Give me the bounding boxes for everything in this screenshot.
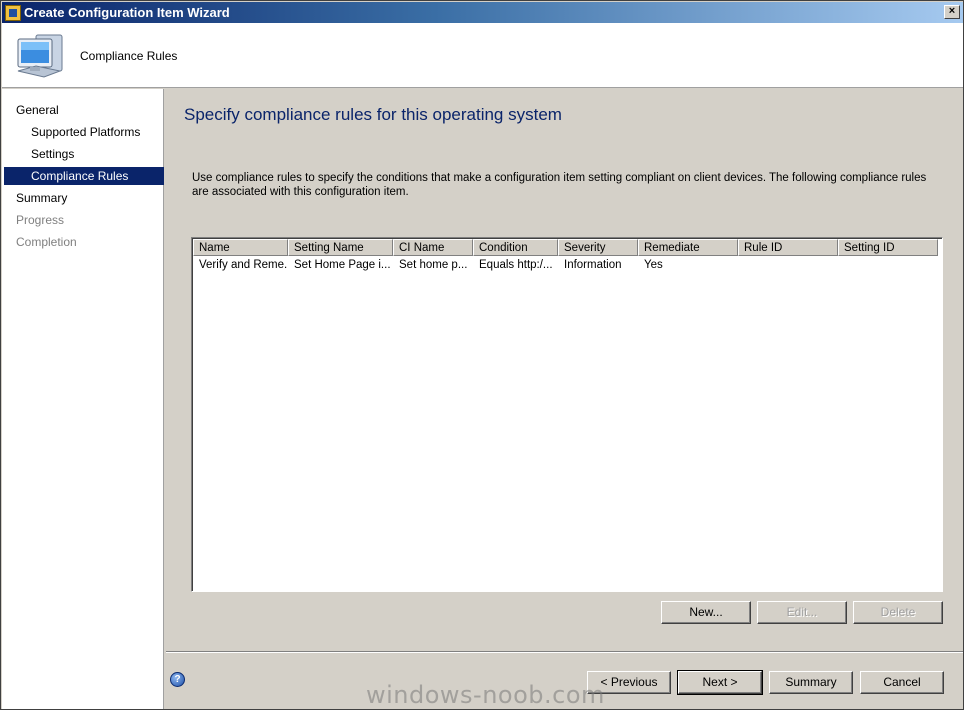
cell-remediate: Yes bbox=[644, 259, 663, 271]
sidebar-item-progress: Progress bbox=[16, 213, 65, 227]
new-rule-button[interactable]: New... bbox=[661, 601, 751, 624]
footer-separator bbox=[166, 651, 963, 653]
wizard-header: Compliance Rules bbox=[2, 23, 963, 88]
cell-ci-name: Set home p... bbox=[399, 259, 468, 271]
sidebar-item-supported-platforms[interactable]: Supported Platforms bbox=[4, 123, 164, 141]
column-header-setting-id[interactable]: Setting ID bbox=[838, 239, 938, 256]
sidebar-item-summary[interactable]: Summary bbox=[4, 189, 164, 207]
cell-setting-id bbox=[838, 257, 938, 274]
cancel-button[interactable]: Cancel bbox=[860, 671, 944, 694]
column-header-rule-id[interactable]: Rule ID bbox=[738, 239, 838, 256]
edit-rule-button[interactable]: Edit... bbox=[757, 601, 847, 624]
cell-rule-id bbox=[738, 257, 838, 274]
sidebar-item-settings[interactable]: Settings bbox=[4, 145, 164, 163]
wizard-app-icon bbox=[5, 4, 21, 21]
sidebar-item-completion: Completion bbox=[16, 235, 77, 249]
cell-name: Verify and Reme... bbox=[199, 259, 288, 271]
summary-button[interactable]: Summary bbox=[769, 671, 853, 694]
cell-condition: Equals http:/... bbox=[479, 259, 553, 271]
sidebar-item-compliance-rules[interactable]: Compliance Rules bbox=[4, 167, 164, 185]
delete-rule-button[interactable]: Delete bbox=[853, 601, 943, 624]
close-button[interactable]: × bbox=[944, 5, 960, 19]
column-header-condition[interactable]: Condition bbox=[473, 239, 558, 256]
computer-monitor-icon bbox=[17, 34, 63, 78]
sidebar-item-general[interactable]: General bbox=[4, 101, 164, 119]
column-header-setting-name[interactable]: Setting Name bbox=[288, 239, 393, 256]
wizard-window: Create Configuration Item Wizard × Compl… bbox=[0, 0, 964, 710]
column-header-name[interactable]: Name bbox=[193, 239, 288, 256]
list-header: Name Setting Name CI Name Condition Seve… bbox=[193, 239, 938, 256]
table-row[interactable]: Verify and Reme... Set Home Page i... Se… bbox=[193, 257, 938, 274]
compliance-rules-list[interactable]: Name Setting Name CI Name Condition Seve… bbox=[191, 237, 943, 592]
column-header-ci-name[interactable]: CI Name bbox=[393, 239, 473, 256]
wizard-content: Specify compliance rules for this operat… bbox=[166, 89, 963, 649]
help-icon[interactable]: ? bbox=[170, 672, 185, 687]
title-bar[interactable]: Create Configuration Item Wizard × bbox=[2, 2, 963, 23]
cell-setting-name: Set Home Page i... bbox=[294, 259, 391, 271]
watermark-text: windows-noob.com bbox=[366, 681, 605, 709]
next-button[interactable]: Next > bbox=[677, 670, 763, 695]
header-title: Compliance Rules bbox=[80, 49, 178, 63]
column-header-remediate[interactable]: Remediate bbox=[638, 239, 738, 256]
window-title: Create Configuration Item Wizard bbox=[24, 5, 230, 20]
cell-severity: Information bbox=[564, 259, 622, 271]
wizard-steps-sidebar: General Supported Platforms Settings Com… bbox=[2, 89, 164, 709]
column-header-severity[interactable]: Severity bbox=[558, 239, 638, 256]
page-title: Specify compliance rules for this operat… bbox=[184, 105, 562, 124]
page-description: Use compliance rules to specify the cond… bbox=[192, 172, 927, 198]
